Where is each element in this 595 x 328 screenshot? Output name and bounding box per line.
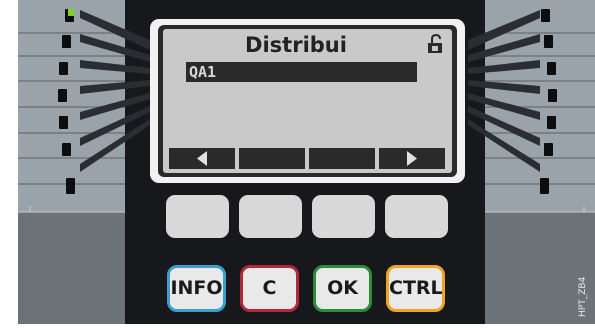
ok-button[interactable]: OK [313,265,372,312]
softkey-button-3[interactable] [312,195,375,238]
c-button[interactable]: C [240,265,299,312]
softkey-button-4[interactable] [385,195,448,238]
softkey-button-1[interactable] [166,195,229,238]
softkey-button-2[interactable] [239,195,302,238]
ctrl-button[interactable]: CTRL [386,265,445,312]
softkey-blank-2[interactable] [309,148,375,169]
device-front-panel: Distribui QA1 INFO C OK CTRL HPT_ZB4 [0,0,595,324]
right-terminal-panel [468,0,595,324]
info-button[interactable]: INFO [167,265,226,312]
display-title: Distribui [245,33,347,57]
status-led [68,9,74,16]
figure-code: HPT_ZB4 [578,276,588,317]
selected-menu-item[interactable]: QA1 [186,62,417,82]
selected-menu-item-label: QA1 [189,63,217,81]
softkey-blank-1[interactable] [239,148,305,169]
